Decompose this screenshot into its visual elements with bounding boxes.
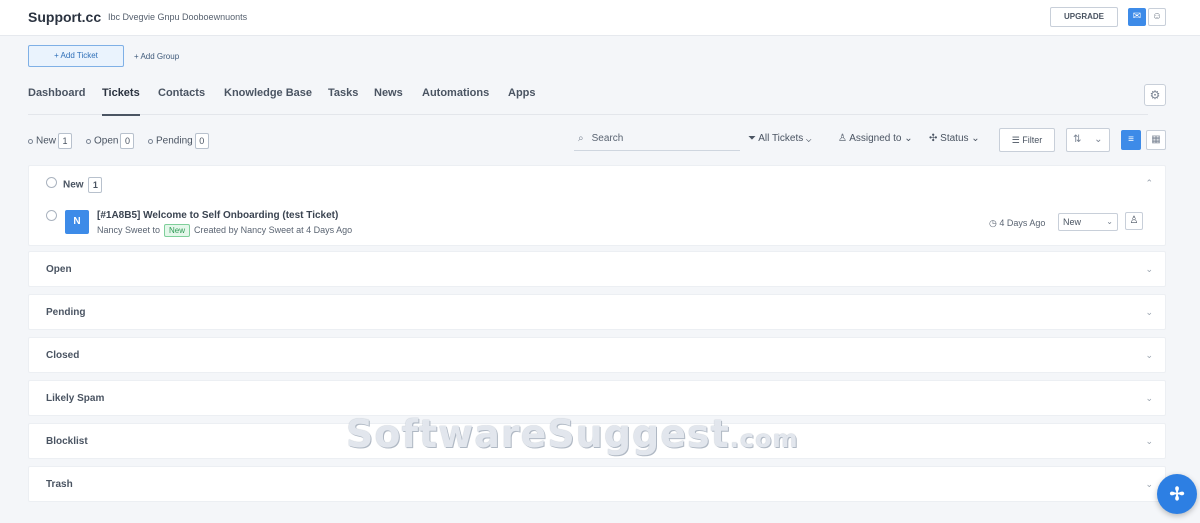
group-title-open: Open [46, 264, 72, 275]
ticket-created: Created by Nancy Sweet at 4 Days Ago [194, 224, 353, 235]
tag-icon: ✣ [929, 133, 938, 144]
group-title-pending: Pending [46, 307, 86, 318]
status-label: Status [940, 133, 969, 144]
filter-pending-label: Pending [156, 135, 193, 147]
group-panel-closed[interactable]: Closed ⌄ [28, 337, 1166, 373]
group-panel-likely-spam[interactable]: Likely Spam ⌄ [28, 380, 1166, 416]
group-title-new[interactable]: New 1 [63, 177, 103, 193]
group-panel-open[interactable]: Open ⌄ [28, 251, 1166, 287]
filter-button[interactable]: ☰ Filter [999, 128, 1055, 152]
search-placeholder: Search [591, 133, 624, 144]
tab-tasks[interactable]: Tasks [328, 87, 358, 99]
group-title-new-label: New [63, 179, 84, 191]
group-title-trash: Trash [46, 479, 73, 490]
main-tabs: Dashboard Tickets Contacts Knowledge Bas… [28, 87, 1148, 116]
tab-dashboard[interactable]: Dashboard [28, 87, 85, 99]
all-tickets-label: All Tickets [758, 133, 804, 144]
tab-tickets[interactable]: Tickets [102, 87, 140, 116]
status-dot-icon [148, 138, 153, 144]
group-panel-pending[interactable]: Pending ⌄ [28, 294, 1166, 330]
status-dot-icon [86, 138, 91, 144]
group-title-closed: Closed [46, 350, 80, 361]
chevron-down-icon: ⌄ [1094, 134, 1103, 145]
filter-new-label: New [36, 135, 57, 147]
group-panel-trash[interactable]: Trash ⌄ [28, 466, 1166, 502]
ticket-time-label: 4 Days Ago [999, 218, 1046, 228]
assigned-dropdown[interactable]: ♙ Assigned to ⌄ [838, 133, 913, 144]
assigned-label: Assigned to [849, 133, 902, 144]
group-panel-new: New 1 ⌃ N [#1A8B5] Welcome to Self Onboa… [28, 165, 1166, 246]
status-dot-icon [28, 138, 33, 144]
brand-logo[interactable]: Support.cc [28, 9, 101, 25]
brand-tagline: Ibc Dvegvie Gnpu Dooboewnuonts [108, 12, 248, 22]
filter-new[interactable]: New 1 [28, 133, 73, 149]
filter-button-label: Filter [1022, 135, 1043, 145]
user-icon[interactable]: ☺ [1148, 8, 1166, 26]
chevron-up-icon[interactable]: ⌃ [1145, 178, 1153, 189]
tab-apps[interactable]: Apps [508, 87, 536, 99]
filter-icon: ☰ [1011, 135, 1020, 145]
all-tickets-dropdown[interactable]: ⏷ All Tickets ⌄ [748, 133, 811, 144]
filter-open[interactable]: Open 0 [86, 133, 135, 149]
status-badge: New [164, 224, 191, 237]
group-title-likely-spam: Likely Spam [46, 393, 105, 404]
mail-icon[interactable]: ✉ [1128, 8, 1146, 26]
ticket-meta: Nancy Sweet to New Created by Nancy Sweet … [97, 224, 352, 237]
filter-open-count: 0 [120, 133, 135, 149]
gear-icon[interactable]: ⚙ [1144, 84, 1166, 106]
grid-view-icon[interactable]: ▦ [1146, 130, 1166, 150]
ticket-status-select[interactable]: New ⌄ [1058, 213, 1118, 231]
chevron-down-icon: ⌄ [1145, 350, 1153, 360]
tab-automations[interactable]: Automations [422, 87, 489, 99]
tab-contacts[interactable]: Contacts [158, 87, 205, 99]
chevron-down-icon: ⌄ [1106, 217, 1113, 226]
filter-pending-count: 0 [194, 133, 209, 149]
sort-dropdown[interactable]: ⇅ ⌄ [1066, 128, 1110, 152]
group-new-count: 1 [88, 177, 103, 193]
chevron-down-icon: ⌄ [1145, 307, 1153, 317]
clock-icon: ◷ [989, 218, 997, 228]
sort-icon: ⇅ [1073, 134, 1082, 145]
watermark-main: SoftwareSuggest [346, 412, 730, 456]
filter-new-count: 1 [58, 133, 73, 149]
chevron-down-icon: ⌄ [1145, 264, 1153, 274]
search-input[interactable]: ⌕ Search [574, 129, 740, 151]
chevron-down-icon: ⌄ [1145, 393, 1153, 403]
top-bar: Support.cc Ibc Dvegvie Gnpu Dooboewnuont… [0, 0, 1200, 36]
watermark: SoftwareSuggest.com [346, 412, 799, 456]
list-view-icon[interactable]: ≡ [1121, 130, 1141, 150]
chevron-down-icon: ⌄ [1145, 479, 1153, 489]
person-icon: ♙ [838, 133, 847, 144]
ticket-from: Nancy Sweet to [97, 224, 161, 235]
funnel-icon: ⏷ [748, 133, 756, 144]
avatar: N [65, 210, 89, 234]
ticket-status-value: New [1063, 217, 1082, 227]
ticket-checkbox[interactable] [46, 210, 57, 221]
upgrade-button[interactable]: UPGRADE [1050, 7, 1118, 27]
assign-agent-icon[interactable]: ♙ [1125, 212, 1143, 230]
chevron-down-icon: ⌄ [1145, 436, 1153, 446]
group-title-blocklist: Blocklist [46, 436, 88, 447]
ticket-time: ◷ 4 Days Ago [989, 218, 1045, 229]
add-group-link[interactable]: + Add Group [134, 52, 179, 61]
watermark-suffix: .com [729, 425, 799, 453]
add-fab-icon[interactable]: ✢ [1157, 474, 1197, 514]
search-icon: ⌕ [578, 133, 584, 144]
select-all-new-checkbox[interactable] [46, 177, 57, 188]
filter-open-label: Open [94, 135, 119, 147]
tab-news[interactable]: News [374, 87, 403, 99]
filter-pending[interactable]: Pending 0 [148, 133, 209, 149]
ticket-subject[interactable]: [#1A8B5] Welcome to Self Onboarding (tes… [97, 210, 338, 221]
tab-knowledge-base[interactable]: Knowledge Base [224, 87, 312, 99]
status-dropdown[interactable]: ✣ Status ⌄ [929, 133, 980, 144]
add-ticket-button[interactable]: + Add Ticket [28, 45, 124, 67]
